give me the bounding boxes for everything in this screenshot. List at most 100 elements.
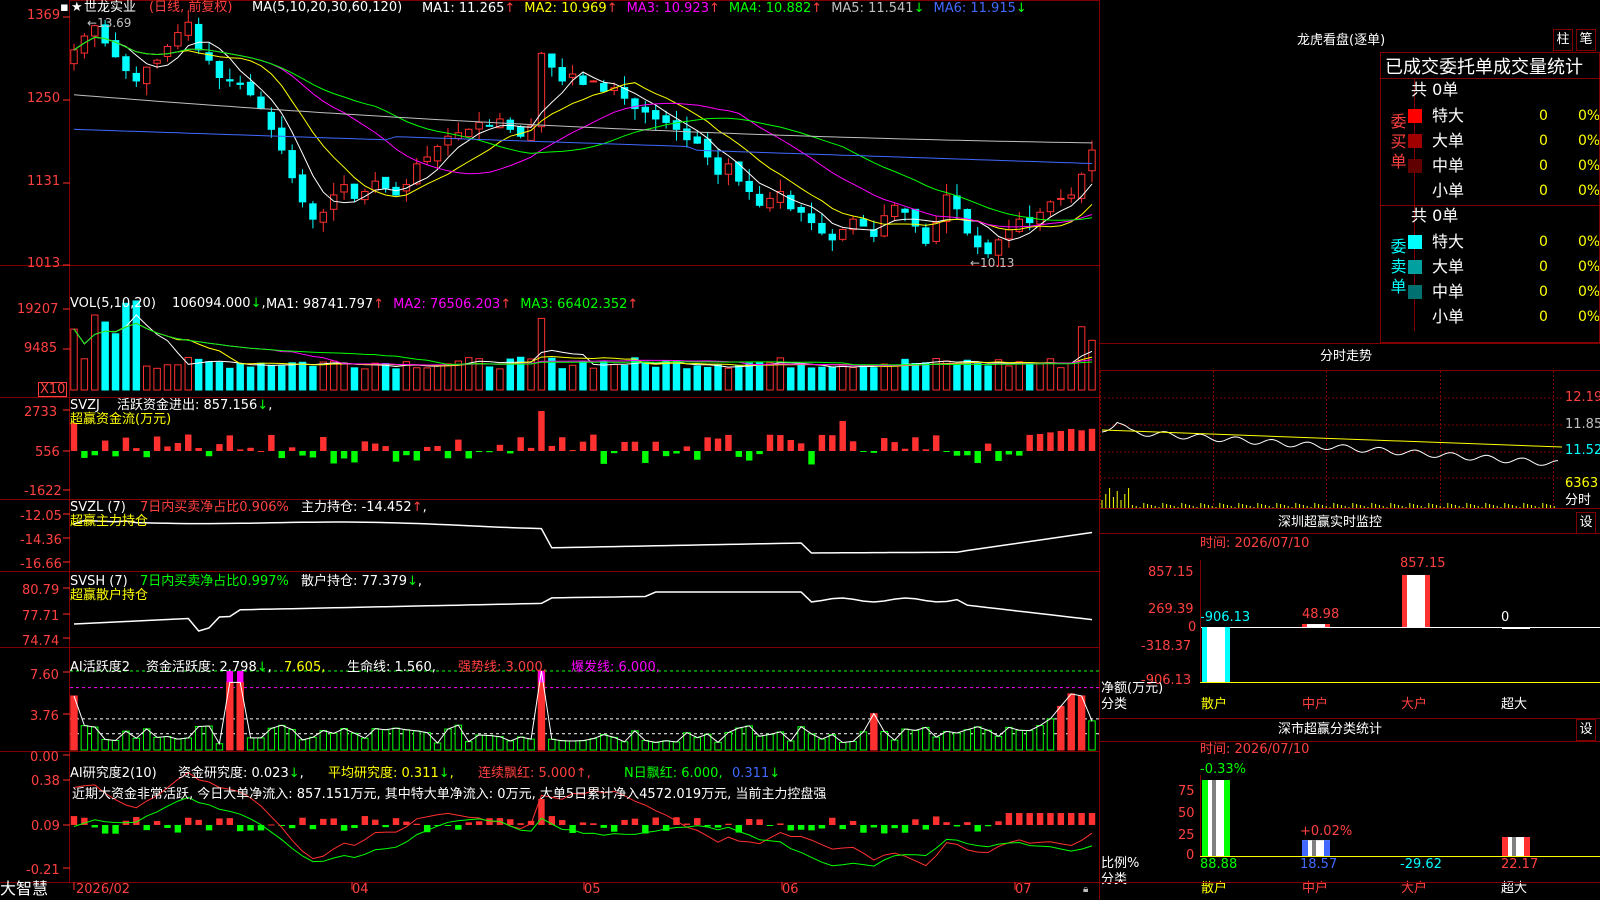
row-percent: 0% <box>1578 108 1600 124</box>
research-bar <box>1016 813 1023 825</box>
main-ytick: 1369 <box>27 8 61 23</box>
svsh-name[interactable]: SVSH (7) <box>70 575 128 589</box>
fundflow-bar <box>91 451 98 456</box>
activity-bar <box>911 729 920 751</box>
candle-body <box>953 195 961 210</box>
volume-bar <box>1077 326 1086 391</box>
research-bar <box>299 817 306 825</box>
sz-bar-edge <box>1402 574 1407 627</box>
fundflow-bar <box>361 441 369 451</box>
research-bar <box>444 825 452 826</box>
sz-bar-edge <box>1502 627 1507 629</box>
fundflow-bar <box>122 437 130 451</box>
research-bar <box>756 819 763 825</box>
svzl-sub: 超赢主力持仓 <box>70 514 149 529</box>
volume-bar <box>828 366 837 391</box>
volume-bar <box>568 364 577 391</box>
main-chart-svg[interactable] <box>0 0 1100 900</box>
volume-bar <box>942 360 951 391</box>
candle-body <box>132 72 141 82</box>
activity-bar <box>163 736 172 751</box>
svzj-name[interactable]: SVZJ <box>70 399 100 413</box>
period-label[interactable]: (日线, 前复权) <box>149 1 232 15</box>
legend-entry: MA2: 76506.203↑ <box>393 297 512 312</box>
longhu-title: 龙虎看盘(逐单) <box>1297 33 1386 48</box>
fundflow-bar <box>174 443 182 451</box>
candle-body <box>870 229 878 237</box>
fundflow-bar <box>995 451 1002 461</box>
fundflow-bar <box>808 451 815 465</box>
intraday-ytick: 11.52 <box>1565 443 1600 458</box>
ai2-b: 平均研究度: 0.311↓, <box>328 766 454 781</box>
research-bar <box>330 818 337 825</box>
research-bar <box>1036 813 1044 825</box>
volume-bar <box>631 357 639 391</box>
fundflow-bar <box>164 446 171 451</box>
research-bar <box>112 825 119 834</box>
ai1-name[interactable]: AI活跃度2 <box>70 661 130 675</box>
sz-class-settings-button[interactable]: 设 <box>1576 719 1596 741</box>
szc-bar <box>1202 780 1230 856</box>
volume-bar <box>194 358 203 391</box>
color-swatch <box>1408 184 1422 198</box>
sz-category: 中户 <box>1302 697 1329 712</box>
candle-body <box>911 208 920 227</box>
activity-bar <box>1088 720 1096 751</box>
candle-body <box>163 45 172 57</box>
fundflow-bar <box>257 450 265 452</box>
row-name: 中单 <box>1432 156 1465 175</box>
activity-bar <box>558 740 566 751</box>
activity-bar <box>194 726 203 751</box>
activity-bar <box>807 733 816 751</box>
longhu-row: 大单 0 0% <box>1408 129 1600 154</box>
candle-body <box>735 161 743 182</box>
svsh-hold: 散户持仓: 77.379↓, <box>301 574 423 589</box>
fundflow-bar <box>475 451 483 452</box>
xaxis-label: 2026/02 <box>76 882 131 897</box>
bar-mode-button[interactable]: 柱 <box>1553 29 1573 51</box>
activity-bar <box>70 695 78 751</box>
row-name: 小单 <box>1432 181 1465 200</box>
candle-body <box>70 49 78 65</box>
research-bar <box>361 816 369 825</box>
research-bar <box>382 825 389 828</box>
svzl-ytick: -12.05 <box>20 509 62 524</box>
svzl-name[interactable]: SVZL (7) <box>70 501 126 515</box>
volume-bar <box>693 365 701 391</box>
stock-name[interactable]: 世龙实业 <box>84 1 136 15</box>
sz-monitor-settings-button[interactable]: 设 <box>1576 512 1596 534</box>
activity-bar <box>496 736 504 751</box>
fundflow-bar <box>756 451 763 455</box>
activity-bar <box>153 736 161 751</box>
fundflow-bar <box>153 436 161 451</box>
fundflow-bar <box>403 451 410 456</box>
svzj-ytick: 2733 <box>24 405 58 420</box>
research-bar <box>901 825 909 833</box>
ai2-e: 0.311↓ <box>732 766 781 781</box>
ai2-name[interactable]: AI研究度2(10) <box>70 767 157 781</box>
fundflow-bar <box>216 444 223 451</box>
fundflow-bar <box>631 441 639 451</box>
fundflow-bar <box>527 447 535 451</box>
activity-bar <box>267 727 276 751</box>
vol-params[interactable]: VOL(5,10,20) <box>70 297 156 311</box>
intraday-ytick: 12.19 <box>1565 390 1600 405</box>
activity-bar <box>309 736 317 751</box>
fundflow-bar <box>922 449 930 451</box>
fundflow-bar <box>735 451 743 457</box>
fundflow-bar <box>610 451 618 454</box>
fundflow-bar <box>860 451 867 452</box>
activity-bar <box>111 739 120 751</box>
fundflow-bar <box>299 451 306 456</box>
volume-bar <box>278 365 286 391</box>
sz-class-title: 深市超赢分类统计 <box>1278 722 1383 737</box>
volume-bar <box>174 364 182 391</box>
tick-mode-button[interactable]: 笔 <box>1576 29 1596 51</box>
research-bar <box>787 825 794 831</box>
szc-category: 超大 <box>1501 881 1528 896</box>
fundflow-bar <box>579 441 587 451</box>
stock-star: ★ <box>71 0 83 15</box>
candle-body <box>984 242 992 255</box>
ai1-d: 强势线: 3.000, <box>458 660 547 675</box>
lock-icon[interactable]: 🔒︎ <box>1083 883 1088 897</box>
